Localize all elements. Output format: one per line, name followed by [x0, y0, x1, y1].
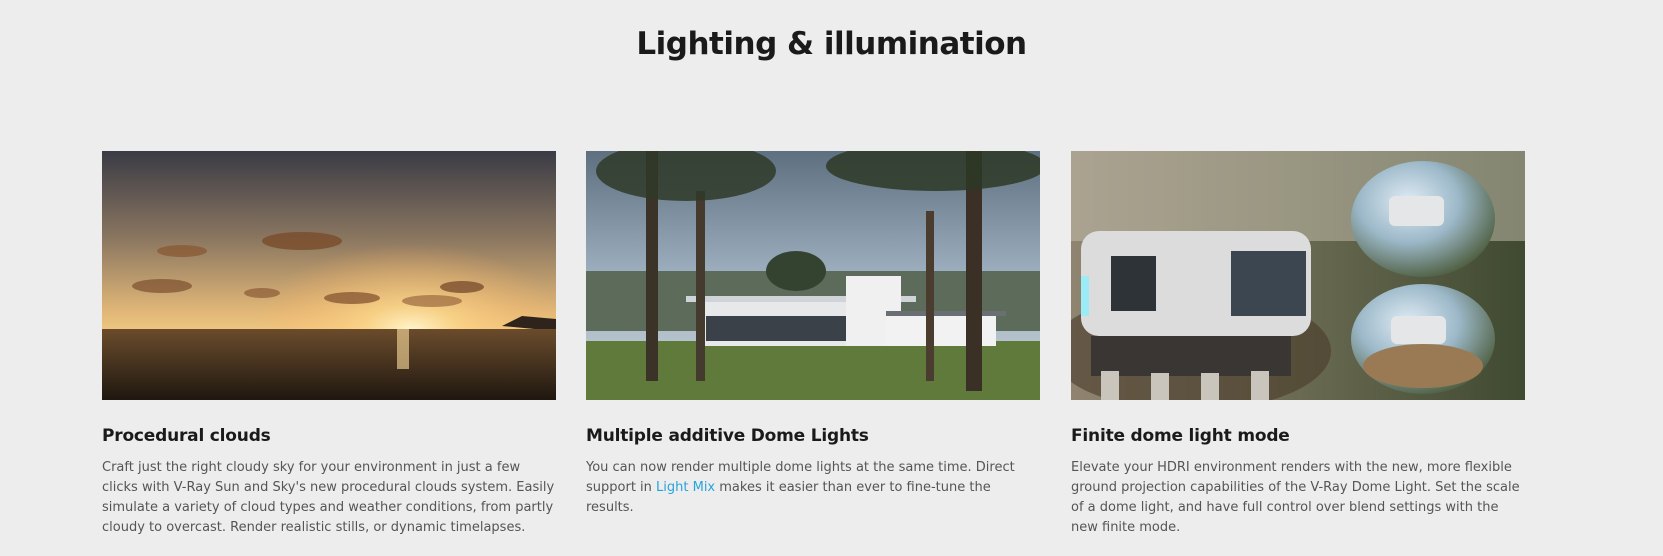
- card-finite-dome-light: Finite dome light mode Elevate your HDRI…: [1071, 151, 1525, 538]
- multiple-dome-lights-image: [586, 151, 1040, 400]
- procedural-clouds-image: [102, 151, 556, 400]
- card-description: Craft just the right cloudy sky for your…: [102, 460, 555, 535]
- section-title: Lighting & illumination: [636, 26, 1027, 62]
- finite-dome-light-image: [1071, 151, 1525, 400]
- card-title: Multiple additive Dome Lights: [586, 426, 869, 446]
- card-description: You can now render multiple dome lights …: [586, 458, 1040, 518]
- light-mix-link[interactable]: Light Mix: [656, 480, 715, 495]
- card-procedural-clouds: Procedural clouds Craft just the right c…: [102, 151, 556, 538]
- card-description: Elevate your HDRI environment renders wi…: [1071, 460, 1520, 535]
- card-multiple-dome-lights: Multiple additive Dome Lights You can no…: [586, 151, 1040, 518]
- card-title: Procedural clouds: [102, 426, 271, 446]
- card-title: Finite dome light mode: [1071, 426, 1290, 446]
